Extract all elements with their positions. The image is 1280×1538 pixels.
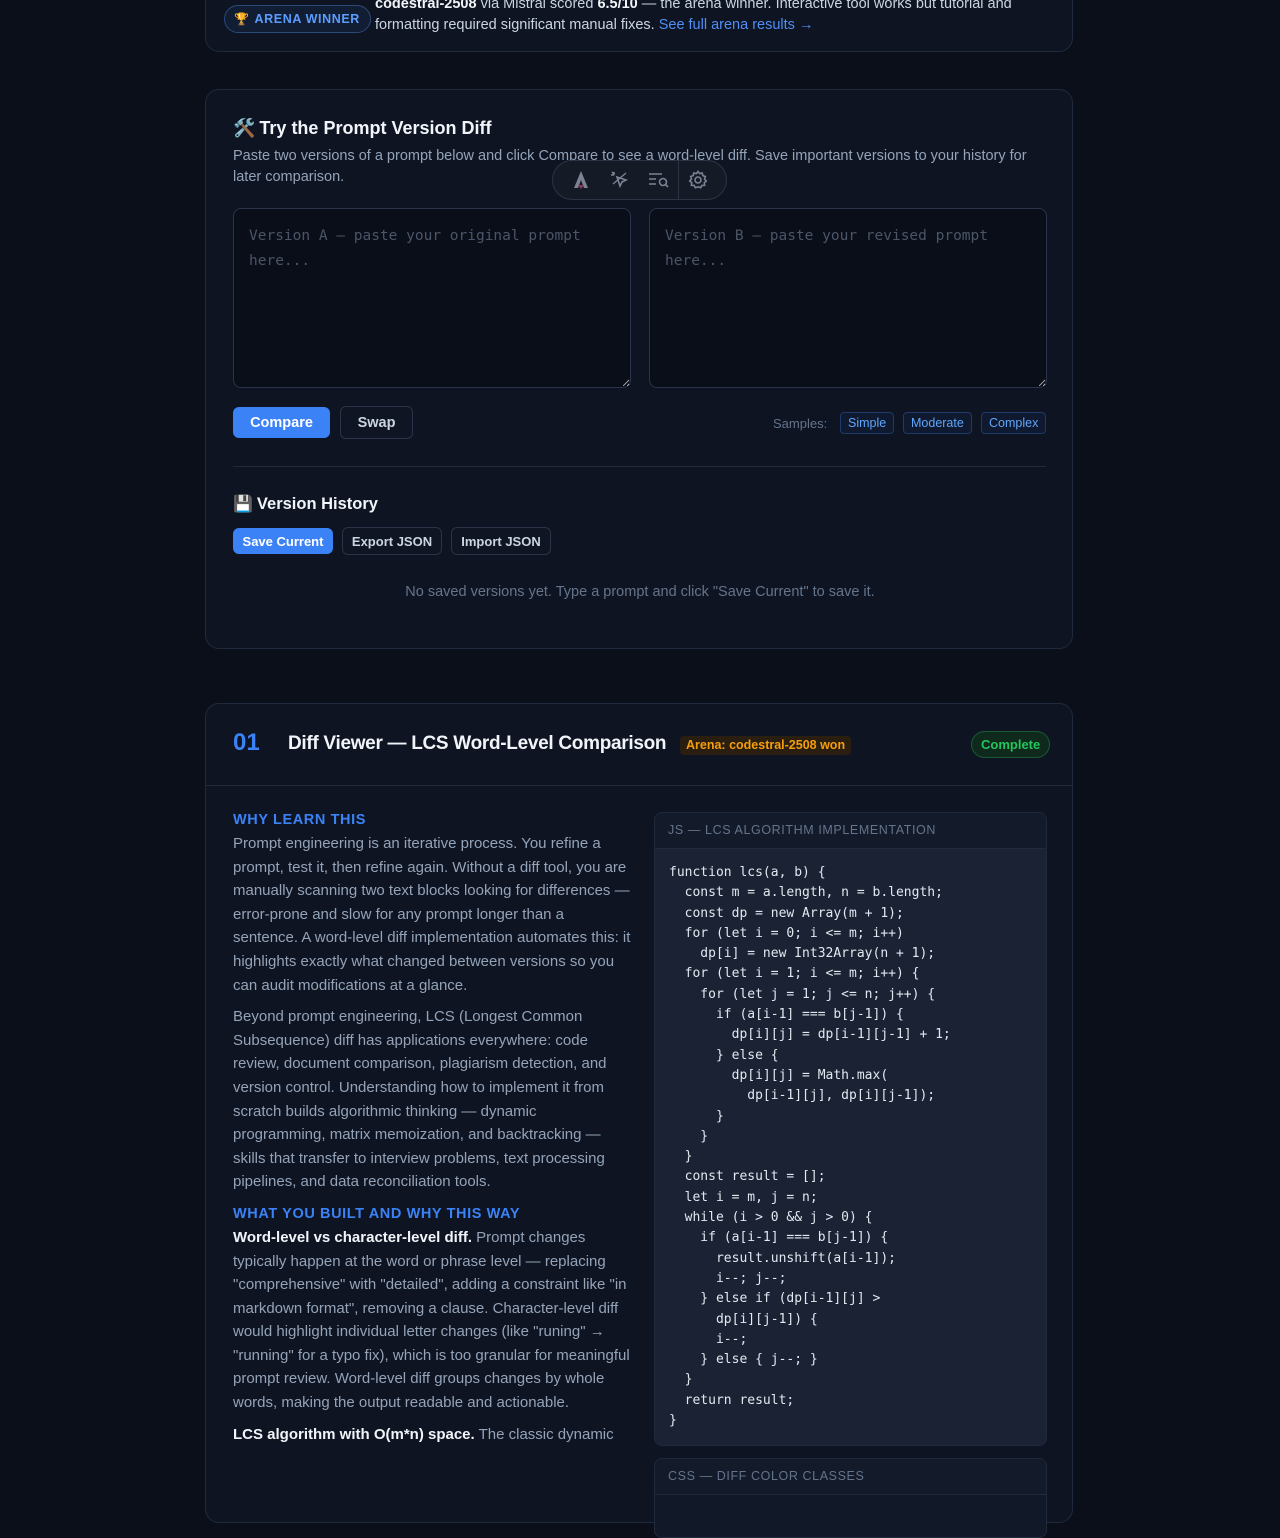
try-title-text: Try the Prompt Version Diff xyxy=(259,118,492,138)
compare-button[interactable]: Compare xyxy=(233,407,330,438)
section-text-column: WHY LEARN THIS Prompt engineering is an … xyxy=(233,812,631,1454)
divider xyxy=(233,466,1046,467)
built-p1-text: Prompt changes typically happen at the w… xyxy=(233,1228,630,1412)
sample-moderate-button[interactable]: Moderate xyxy=(903,412,972,434)
trophy-icon: 🏆 xyxy=(234,12,250,26)
sample-complex-button[interactable]: Complex xyxy=(981,412,1047,434)
code-block-label: JS — LCS ALGORITHM IMPLEMENTATION xyxy=(655,813,1046,849)
arena-score: 6.5/10 xyxy=(597,0,638,12)
toolbar-search-list-button[interactable] xyxy=(639,160,678,200)
hammer-wrench-icon: 🛠️ xyxy=(233,118,256,138)
arena-model: codestral-2508 xyxy=(375,0,477,12)
import-json-button[interactable]: Import JSON xyxy=(451,527,551,555)
built-paragraph-2: LCS algorithm with O(m*n) space. The cla… xyxy=(233,1423,631,1447)
export-json-button[interactable]: Export JSON xyxy=(342,527,442,555)
arena-results-link[interactable]: See full arena results → xyxy=(659,17,814,33)
arena-winner-label: ARENA WINNER xyxy=(254,12,360,26)
code-block-css: CSS — DIFF COLOR CLASSES xyxy=(654,1458,1047,1538)
built-paragraph-1: Word-level vs character-level diff. Prom… xyxy=(233,1226,631,1415)
section-diff-viewer: 01 Diff Viewer — LCS Word-Level Comparis… xyxy=(205,703,1073,1538)
floppy-disk-icon: 💾 xyxy=(233,496,253,513)
logo-a-icon xyxy=(573,171,588,189)
sample-simple-button[interactable]: Simple xyxy=(840,412,895,434)
try-title: 🛠️ Try the Prompt Version Diff xyxy=(233,118,491,139)
built-p2-lead: LCS algorithm with O(m*n) space. xyxy=(233,1425,475,1443)
toolbar-logo-button[interactable] xyxy=(561,160,600,200)
why-heading: WHY LEARN THIS xyxy=(233,812,366,828)
arena-via: via Mistral scored xyxy=(476,0,598,12)
section-number: 01 xyxy=(233,729,260,756)
code-block-lcs: JS — LCS ALGORITHM IMPLEMENTATION functi… xyxy=(654,812,1047,1447)
arena-winner-badge: 🏆 ARENA WINNER xyxy=(224,5,371,33)
section-title: Diff Viewer — LCS Word-Level Comparison xyxy=(288,733,667,754)
gear-icon xyxy=(689,170,708,189)
history-empty-message: No saved versions yet. Type a prompt and… xyxy=(405,584,875,600)
why-paragraph-2: Beyond prompt engineering, LCS (Longest … xyxy=(233,1008,607,1191)
version-a-input[interactable] xyxy=(233,208,631,388)
list-search-icon xyxy=(648,173,669,188)
version-b-input[interactable] xyxy=(649,208,1047,388)
built-heading: WHAT YOU BUILT AND WHY THIS WAY xyxy=(233,1205,521,1222)
history-title-text: Version History xyxy=(256,494,378,513)
toolbar-select-button[interactable] xyxy=(600,160,639,200)
swap-button[interactable]: Swap xyxy=(340,406,413,439)
arena-winner-card: 🏆 ARENA WINNER codestral-2508 via Mistra… xyxy=(205,0,1073,52)
arena-tag: Arena: codestral-2508 won xyxy=(680,736,852,755)
floating-toolbar xyxy=(552,160,727,200)
history-title: 💾 Version History xyxy=(233,494,378,514)
built-p1-lead: Word-level vs character-level diff. xyxy=(233,1228,472,1246)
code-block-label-css: CSS — DIFF COLOR CLASSES xyxy=(655,1459,1046,1495)
cursor-click-icon xyxy=(610,171,628,189)
built-p2-text: The classic dynamic xyxy=(474,1425,614,1443)
status-badge: Complete xyxy=(971,731,1051,758)
toolbar-settings-button[interactable] xyxy=(679,160,718,200)
arena-summary: codestral-2508 via Mistral scored 6.5/10… xyxy=(375,0,1055,36)
save-current-button[interactable]: Save Current xyxy=(233,528,333,554)
samples-label: Samples: xyxy=(773,416,828,431)
section-header: 01 Diff Viewer — LCS Word-Level Comparis… xyxy=(206,704,1072,786)
code-block-content: function lcs(a, b) { const m = a.length,… xyxy=(655,849,1046,1446)
why-paragraph-1: Prompt engineering is an iterative proce… xyxy=(233,835,631,994)
